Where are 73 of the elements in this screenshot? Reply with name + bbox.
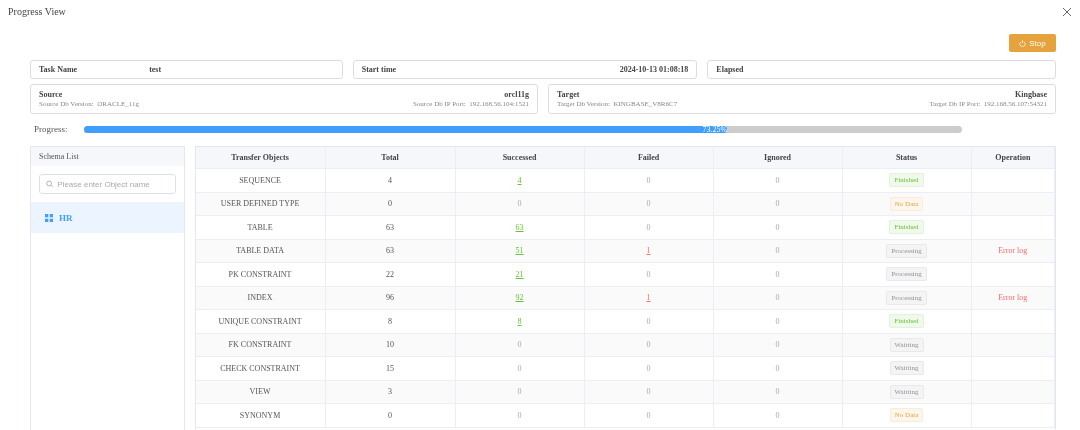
close-icon[interactable] bbox=[1062, 7, 1072, 17]
table-cell: 63 bbox=[386, 246, 395, 256]
schema-item[interactable]: HR bbox=[31, 202, 184, 233]
table-cell: 0 bbox=[646, 410, 651, 420]
failed-link[interactable]: 1 bbox=[646, 293, 651, 303]
table-cell: 0 bbox=[775, 410, 780, 420]
table-cell: 4 bbox=[388, 175, 393, 185]
table-cell: 22 bbox=[386, 269, 395, 279]
table-cell: 8 bbox=[388, 316, 393, 326]
table-cell: 0 bbox=[517, 410, 522, 420]
field-label: Start time bbox=[361, 65, 397, 74]
table-cell: SEQUENCE bbox=[239, 175, 281, 185]
table-cell: 0 bbox=[646, 175, 651, 185]
table-cell: 0 bbox=[775, 363, 780, 373]
table-cell: TABLE bbox=[247, 222, 273, 232]
table-cell: VIEW bbox=[249, 387, 271, 397]
column-header: Ignored bbox=[764, 153, 792, 162]
table-cell: FK CONSTRAINT bbox=[228, 340, 292, 350]
column-header: Status bbox=[895, 153, 918, 162]
error-log-link[interactable]: Error log bbox=[998, 293, 1028, 303]
successed-link[interactable]: 92 bbox=[515, 293, 524, 303]
table-cell: 3 bbox=[388, 387, 393, 397]
search-field[interactable]: Please enter Object name bbox=[39, 174, 176, 194]
successed-link[interactable]: 4 bbox=[517, 175, 522, 185]
card-title: Source bbox=[39, 90, 63, 99]
table-cell: 0 bbox=[775, 222, 780, 232]
field-label: Elapsed bbox=[716, 65, 744, 74]
search-icon bbox=[46, 180, 54, 188]
table-cell: 0 bbox=[646, 269, 651, 279]
table-cell: 0 bbox=[388, 199, 393, 209]
successed-link[interactable]: 63 bbox=[515, 222, 524, 232]
table-cell: 0 bbox=[646, 316, 651, 326]
database-name: orcl11g bbox=[504, 90, 529, 99]
table-cell: SYNONYM bbox=[239, 410, 281, 420]
table-cell: 0 bbox=[646, 363, 651, 373]
table-cell: 63 bbox=[386, 222, 395, 232]
column-header: Successed bbox=[502, 153, 537, 162]
table-cell: UNIQUE CONSTRAINT bbox=[218, 316, 302, 326]
table-cell: CHECK CONSTRAINT bbox=[220, 363, 300, 373]
table-cell: INDEX bbox=[247, 293, 273, 303]
table-cell: 96 bbox=[386, 293, 395, 303]
sidebar-title: Schema List bbox=[31, 147, 184, 166]
table-cell: 15 bbox=[386, 363, 395, 373]
start-time: 2024-10-13 01:08:18 bbox=[619, 65, 689, 74]
table-cell: 0 bbox=[775, 175, 780, 185]
task-name: test bbox=[149, 65, 162, 74]
power-icon bbox=[1019, 39, 1027, 47]
table-cell: 0 bbox=[646, 222, 651, 232]
failed-link[interactable]: 1 bbox=[646, 246, 651, 256]
table-cell: PK CONSTRAINT bbox=[228, 269, 292, 279]
grid-icon bbox=[45, 213, 53, 222]
table-cell: 0 bbox=[517, 363, 522, 373]
column-header: Transfer Objects bbox=[231, 153, 289, 162]
stop-button[interactable]: Stop bbox=[1009, 34, 1056, 52]
successed-link[interactable]: 8 bbox=[517, 316, 522, 326]
table-cell: 0 bbox=[775, 316, 780, 326]
successed-link[interactable]: 21 bbox=[515, 269, 524, 279]
table-cell: USER DEFINED TYPE bbox=[220, 199, 300, 209]
successed-link[interactable]: 51 bbox=[515, 246, 524, 256]
column-header: Operation bbox=[995, 153, 1031, 162]
window-title: Progress View bbox=[8, 6, 66, 17]
column-header: Total bbox=[381, 153, 399, 162]
database-name: Kingbase bbox=[1015, 90, 1047, 99]
table-cell: 0 bbox=[775, 269, 780, 279]
card-title: Target bbox=[557, 90, 580, 99]
error-log-link[interactable]: Error log bbox=[998, 246, 1028, 256]
table-cell: 10 bbox=[386, 340, 395, 350]
field-label: Task Name bbox=[39, 65, 78, 74]
progress-reading: 73.25% bbox=[702, 124, 728, 134]
progress-label: Progress: bbox=[33, 124, 69, 134]
table-cell: TABLE DATA bbox=[236, 246, 284, 256]
table-cell: 0 bbox=[388, 410, 393, 420]
column-header: Failed bbox=[637, 153, 660, 162]
